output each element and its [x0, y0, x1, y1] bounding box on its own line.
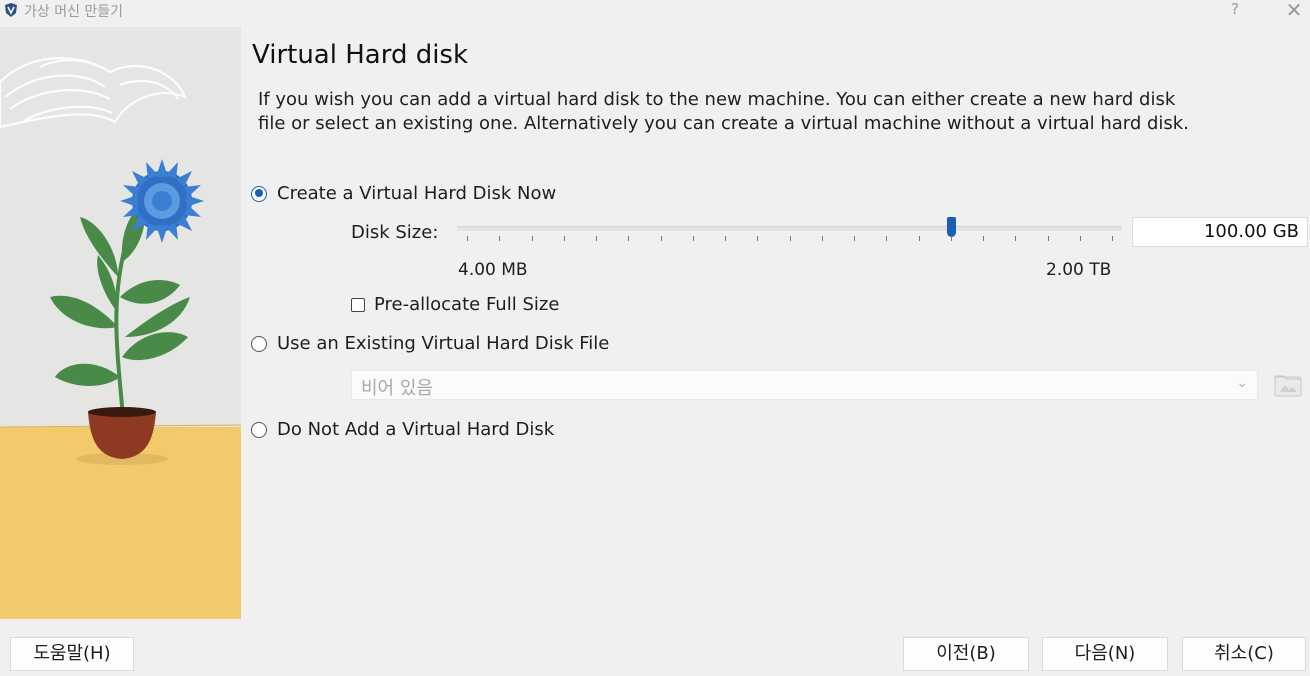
slider-tick — [467, 236, 468, 241]
slider-tick — [692, 236, 694, 241]
slider-tick — [757, 236, 759, 241]
help-button[interactable]: 도움말(H) — [10, 637, 134, 671]
create-disk-now-radio[interactable] — [251, 185, 267, 202]
slider-tick — [531, 236, 533, 241]
disk-size-slider[interactable] — [457, 217, 1122, 248]
slider-tick — [1079, 236, 1081, 241]
slider-tick — [596, 236, 597, 241]
use-existing-disk-radio[interactable] — [251, 335, 267, 352]
slider-tick — [628, 236, 630, 241]
create-disk-now-option[interactable]: Create a Virtual Hard Disk Now — [251, 183, 556, 204]
page-description: If you wish you can add a virtual hard d… — [258, 89, 1189, 134]
close-button[interactable]: ✕ — [1283, 0, 1305, 22]
slider-tick — [918, 236, 920, 241]
slider-track[interactable] — [457, 226, 1122, 231]
slider-tick — [1047, 236, 1049, 241]
virtualbox-logo-icon — [5, 3, 17, 17]
disk-size-input[interactable]: 100.00 GB — [1132, 217, 1308, 247]
wizard-illustration — [0, 27, 241, 619]
slider-tick — [854, 236, 855, 241]
use-existing-disk-label[interactable]: Use an Existing Virtual Hard Disk File — [277, 333, 609, 354]
slider-tick — [1015, 236, 1017, 241]
page-title: Virtual Hard disk — [252, 40, 469, 70]
slider-tick — [886, 236, 888, 241]
preallocate-option[interactable]: Pre-allocate Full Size — [351, 294, 559, 315]
preallocate-checkbox[interactable] — [351, 297, 365, 312]
folder-browse-icon[interactable] — [1272, 370, 1304, 400]
slider-max-label: 2.00 TB — [1046, 260, 1112, 280]
slider-tick — [725, 236, 726, 241]
create-disk-now-label[interactable]: Create a Virtual Hard Disk Now — [277, 183, 556, 204]
title-bar: 가상 머신 만들기 ? ✕ — [0, 0, 1310, 22]
help-title-button[interactable]: ? — [1226, 0, 1244, 18]
slider-tick — [499, 236, 501, 241]
slider-handle[interactable] — [946, 217, 956, 237]
slider-tick — [983, 236, 984, 241]
slider-tick — [563, 236, 565, 241]
slider-tick — [821, 236, 823, 241]
disk-size-label: Disk Size: — [351, 222, 439, 243]
slider-tick — [660, 236, 662, 241]
no-disk-label[interactable]: Do Not Add a Virtual Hard Disk — [277, 419, 554, 440]
window-title: 가상 머신 만들기 — [24, 4, 124, 20]
use-existing-disk-option[interactable]: Use an Existing Virtual Hard Disk File — [251, 333, 609, 354]
next-button[interactable]: 다음(N) — [1042, 637, 1168, 671]
no-disk-radio[interactable] — [251, 421, 267, 438]
slider-tick — [1112, 236, 1113, 241]
slider-min-label: 4.00 MB — [458, 260, 528, 280]
cancel-button[interactable]: 취소(C) — [1182, 637, 1306, 671]
preallocate-label[interactable]: Pre-allocate Full Size — [374, 294, 559, 315]
chevron-down-icon[interactable]: ⌄ — [1236, 375, 1248, 391]
no-disk-option[interactable]: Do Not Add a Virtual Hard Disk — [251, 419, 554, 440]
back-button[interactable]: 이전(B) — [903, 637, 1029, 671]
existing-disk-select[interactable]: 비어 있음 ⌄ — [351, 370, 1258, 400]
slider-tick — [789, 236, 791, 241]
existing-disk-value: 비어 있음 — [361, 378, 433, 399]
slider-tick — [950, 236, 952, 241]
